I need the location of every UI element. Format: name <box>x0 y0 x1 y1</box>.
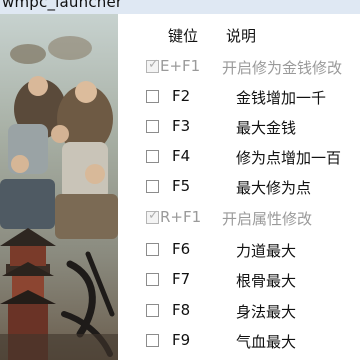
hotkey-checkbox[interactable] <box>146 304 159 317</box>
hotkey-description: 身法最大 <box>236 303 297 321</box>
hotkey-key: E+F1 <box>160 57 201 75</box>
hotkey-checkbox[interactable] <box>146 243 159 256</box>
hotkey-key: F3 <box>172 117 191 135</box>
hotkey-checkbox[interactable] <box>146 334 159 347</box>
hotkey-description: 气血最大 <box>236 333 297 351</box>
hotkey-checkbox[interactable] <box>146 273 159 286</box>
hotkey-row-e-f1: ✓ E+F1 开启修为金钱修改 <box>0 57 360 81</box>
hotkey-row-f5: F5 最大修为点 <box>0 177 360 201</box>
description-column-header: 说明 <box>226 27 257 45</box>
hotkey-description: 根骨最大 <box>236 272 297 290</box>
checkmark-icon: ✓ <box>148 57 159 72</box>
hotkey-description: 金钱增加一千 <box>236 89 327 107</box>
hotkey-checkbox[interactable]: ✓ <box>146 57 159 73</box>
key-column-header: 键位 <box>168 27 199 45</box>
hotkey-description: 修为点增加一百 <box>236 149 342 167</box>
hotkey-description: 最大金钱 <box>236 119 297 137</box>
hotkey-checkbox[interactable] <box>146 120 159 133</box>
hotkey-description: 最大修为点 <box>236 179 312 197</box>
hotkey-row-f6: F6 力道最大 <box>0 240 360 264</box>
hotkey-key: R+F1 <box>160 208 202 226</box>
checkmark-icon: ✓ <box>148 208 159 223</box>
hotkey-description: 开启修为金钱修改 <box>222 59 343 77</box>
hotkey-key: F5 <box>172 177 191 195</box>
hotkey-row-f2: F2 金钱增加一千 <box>0 87 360 111</box>
hotkey-row-r-f1: ✓ R+F1 开启属性修改 <box>0 208 360 232</box>
hotkey-description: 开启属性修改 <box>222 210 313 228</box>
hotkey-checkbox[interactable]: ✓ <box>146 208 159 224</box>
hotkey-row-f8: F8 身法最大 <box>0 301 360 325</box>
hotkey-row-f4: F4 修为点增加一百 <box>0 147 360 171</box>
hotkey-checkbox[interactable] <box>146 180 159 193</box>
hotkey-row-f9: F9 气血最大 <box>0 331 360 355</box>
hotkey-key: F9 <box>172 331 191 349</box>
hotkey-checkbox[interactable] <box>146 150 159 163</box>
hotkey-description: 力道最大 <box>236 242 297 260</box>
hotkey-row-f7: F7 根骨最大 <box>0 270 360 294</box>
hotkey-checkbox[interactable] <box>146 90 159 103</box>
hotkey-key: F7 <box>172 270 191 288</box>
window-title: wmpc_launcher <box>2 0 123 11</box>
title-bar: wmpc_launcher <box>0 0 360 14</box>
hotkey-row-f3: F3 最大金钱 <box>0 117 360 141</box>
hotkey-key: F2 <box>172 87 191 105</box>
hotkey-key: F4 <box>172 147 191 165</box>
hotkey-key: F8 <box>172 301 191 319</box>
hotkey-key: F6 <box>172 240 191 258</box>
